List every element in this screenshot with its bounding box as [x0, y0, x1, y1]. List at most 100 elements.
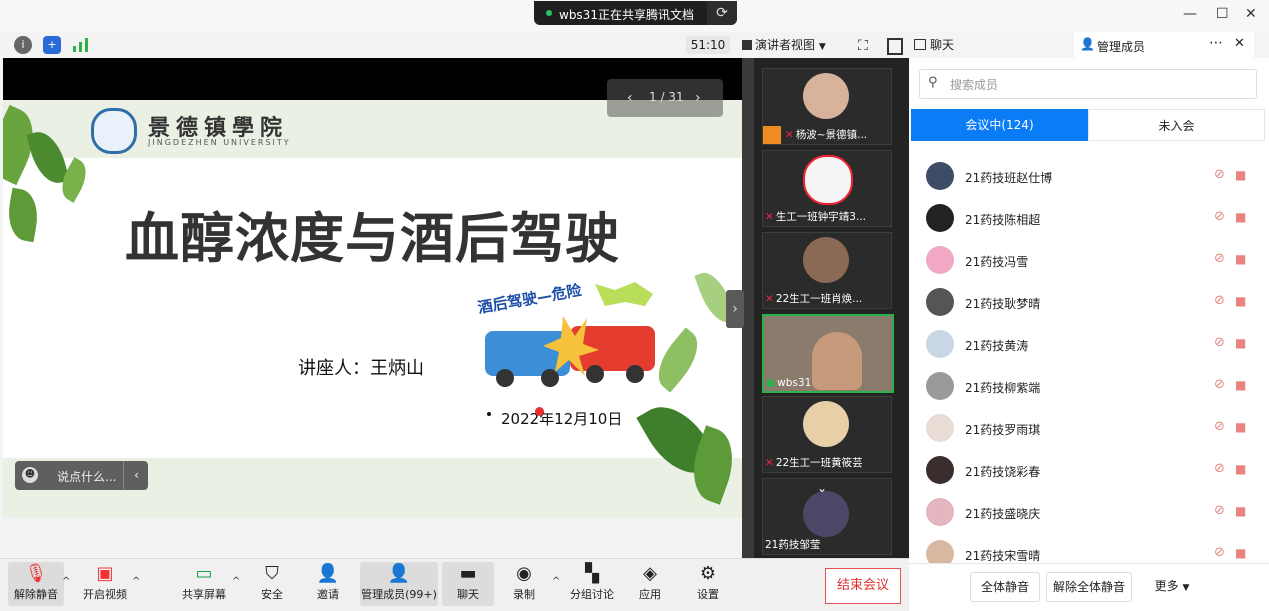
video-tile[interactable]: ✕ 22生工一班肖焕...	[762, 232, 892, 309]
mic-muted-icon[interactable]: ⊘	[1214, 335, 1225, 350]
share-screen-icon: ▭	[195, 563, 213, 584]
mic-muted-icon: 🎙	[24, 563, 48, 584]
tab-not-joined[interactable]: 未入会	[1088, 109, 1265, 141]
record-button[interactable]: ◉ 录制	[496, 562, 552, 606]
mic-muted-icon[interactable]: ⊘	[1214, 251, 1225, 266]
camera-off-icon[interactable]: ■	[1235, 378, 1246, 392]
chevron-up-icon[interactable]: ^	[552, 576, 560, 587]
start-video-button[interactable]: ▣ 开启视频	[77, 562, 133, 606]
emoji-icon[interactable]: ☻	[22, 467, 38, 483]
more-icon[interactable]: ⋯	[1209, 35, 1223, 51]
mute-all-button[interactable]: 全体静音	[970, 572, 1040, 602]
shield-icon[interactable]: +	[43, 36, 61, 54]
members-icon: 👤	[387, 563, 411, 584]
person-icon: 👤	[1080, 37, 1095, 51]
mic-muted-icon[interactable]: ⊘	[1214, 209, 1225, 224]
chat-icon: ▬	[459, 563, 477, 584]
more-button-label: 更多	[1154, 579, 1179, 593]
chevron-up-icon[interactable]: ^	[62, 576, 70, 587]
camera-off-icon[interactable]: ■	[1235, 420, 1246, 434]
unmute-button[interactable]: 🎙 解除静音	[8, 562, 64, 606]
member-row[interactable]: 21药技冯雪 ⊘ ■	[909, 241, 1259, 281]
camera-off-icon[interactable]: ■	[1235, 210, 1246, 224]
mic-muted-icon[interactable]: ⊘	[1214, 377, 1225, 392]
end-meeting-button[interactable]: 结束会议	[825, 568, 901, 604]
member-row[interactable]: 21药技罗雨琪 ⊘ ■	[909, 409, 1259, 449]
avatar	[926, 456, 954, 484]
prev-slide-icon[interactable]: ‹	[627, 90, 633, 106]
slide-date: 2022年12月10日	[501, 410, 623, 428]
quick-chat-input[interactable]: ☻ 说点什么... ‹	[15, 461, 148, 490]
unmute-all-button[interactable]: 解除全体静音	[1046, 572, 1132, 602]
view-mode-dropdown[interactable]: 演讲者视图 ▼	[742, 34, 846, 56]
refresh-icon[interactable]: ⟳	[707, 1, 737, 25]
mic-muted-icon[interactable]: ⊘	[1214, 545, 1225, 560]
record-icon: ◉	[516, 563, 532, 584]
video-tile[interactable]: ✕ 22生工一班黄筱芸	[762, 396, 892, 473]
apps-button[interactable]: ◈ 应用	[622, 562, 678, 606]
camera-off-icon[interactable]: ■	[1235, 504, 1246, 518]
member-name: 21药技班赵仕博	[965, 171, 1053, 185]
video-tile-name: 21药技邹莹	[765, 539, 821, 551]
chevron-down-icon[interactable]: ⌄	[817, 481, 827, 495]
chat-button[interactable]: ▬ 聊天	[442, 562, 494, 606]
camera-off-icon[interactable]: ■	[1235, 294, 1246, 308]
member-row[interactable]: 21药技盛晓庆 ⊘ ■	[909, 493, 1259, 533]
camera-off-icon[interactable]: ■	[1235, 252, 1246, 266]
member-row[interactable]: 21药技饶彩春 ⊘ ■	[909, 451, 1259, 491]
collapse-handle-icon[interactable]: ›	[726, 290, 744, 328]
collapse-chat-icon[interactable]: ‹	[123, 461, 149, 490]
chevron-up-icon[interactable]: ^	[232, 576, 240, 587]
breakout-button[interactable]: ▚ 分组讨论	[564, 562, 620, 606]
video-tile[interactable]: ✕ 生工一班钟宇靖3...	[762, 150, 892, 227]
security-label: 安全	[261, 588, 283, 601]
security-button[interactable]: ⛉ 安全	[244, 562, 300, 606]
member-row[interactable]: 21药技班赵仕博 ⊘ ■	[909, 157, 1259, 197]
camera-off-icon[interactable]: ■	[1235, 462, 1246, 476]
mic-muted-icon[interactable]: ⊘	[1214, 503, 1225, 518]
video-tile-active-speaker[interactable]: ● wbs31	[762, 314, 894, 393]
camera-off-icon[interactable]: ■	[1235, 336, 1246, 350]
camera-off-icon[interactable]: ■	[1235, 546, 1246, 560]
tab-in-meeting[interactable]: 会议中(124)	[911, 109, 1088, 141]
member-row[interactable]: 21药技黄涛 ⊘ ■	[909, 325, 1259, 365]
info-icon[interactable]: i	[14, 36, 32, 54]
member-row[interactable]: 21药技陈相超 ⊘ ■	[909, 199, 1259, 239]
member-name: 21药技耿梦晴	[965, 297, 1041, 311]
avatar	[926, 372, 954, 400]
settings-button[interactable]: ⚙ 设置	[680, 562, 736, 606]
minimize-button[interactable]: —	[1183, 6, 1197, 22]
mic-muted-icon[interactable]: ⊘	[1214, 293, 1225, 308]
camera-feed	[812, 332, 862, 390]
fullscreen-icon[interactable]: ⛶	[858, 38, 868, 54]
member-row[interactable]: 21药技宋雪晴 ⊘ ■	[909, 535, 1259, 563]
video-tile[interactable]: ✕ 杨波~景德镇...	[762, 68, 892, 145]
share-screen-button[interactable]: ▭ 共享屏幕	[176, 562, 232, 606]
tab-chat[interactable]: 聊天	[914, 36, 954, 53]
tab-members[interactable]: 👤 管理成员 ⋯ ✕	[1074, 32, 1254, 58]
mic-muted-icon[interactable]: ⊘	[1214, 461, 1225, 476]
search-input[interactable]: ⚲ 搜索成员	[919, 69, 1257, 99]
invite-button[interactable]: 👤 邀请	[300, 562, 356, 606]
chevron-up-icon[interactable]: ^	[132, 576, 140, 587]
manage-members-button[interactable]: 👤 管理成员(99+)	[360, 562, 438, 606]
sharing-dot-icon	[546, 10, 552, 16]
member-row[interactable]: 21药技柳紫端 ⊘ ■	[909, 367, 1259, 407]
maximize-button[interactable]: ☐	[1216, 6, 1229, 22]
mic-muted-icon[interactable]: ⊘	[1214, 419, 1225, 434]
member-name: 21药技饶彩春	[965, 465, 1041, 479]
close-icon[interactable]: ✕	[1234, 36, 1245, 51]
member-row[interactable]: 21药技耿梦晴 ⊘ ■	[909, 283, 1259, 323]
signal-icon[interactable]	[72, 38, 90, 55]
camera-off-icon: ▣	[96, 563, 114, 584]
camera-off-icon[interactable]: ■	[1235, 168, 1246, 182]
sidebar-toggle-icon[interactable]	[887, 38, 903, 55]
video-tile[interactable]: ⌄ 21药技邹莹	[762, 478, 892, 555]
settings-label: 设置	[697, 588, 719, 601]
more-button[interactable]: 更多 ▼	[1138, 572, 1206, 600]
mic-muted-icon[interactable]: ⊘	[1214, 167, 1225, 182]
close-window-button[interactable]: ✕	[1245, 6, 1257, 22]
member-name: 21药技罗雨琪	[965, 423, 1041, 437]
next-slide-icon[interactable]: ›	[695, 90, 701, 106]
chevron-down-icon: ▼	[818, 42, 826, 52]
